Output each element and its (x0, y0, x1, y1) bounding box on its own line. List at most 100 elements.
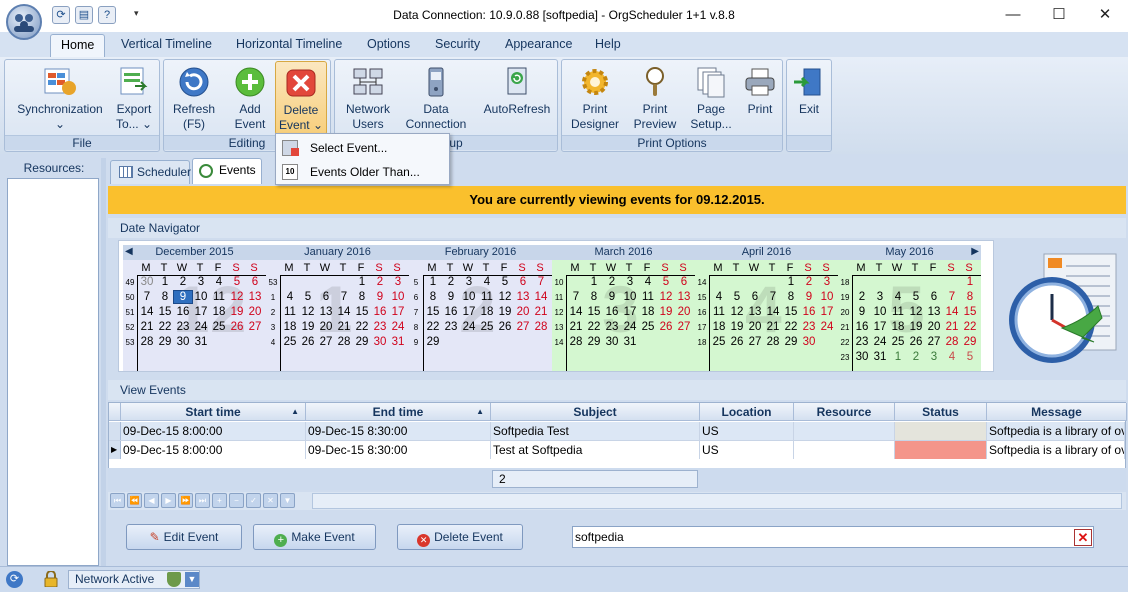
clear-search-icon[interactable]: ✕ (1074, 529, 1092, 546)
tab-scheduler[interactable]: Scheduler (110, 160, 191, 184)
next-page-button[interactable]: ⏩ (178, 493, 193, 508)
calendar-day[interactable]: 10 (192, 291, 210, 303)
calendar-day[interactable]: 17 (818, 306, 836, 318)
calendar-day[interactable]: 22 (424, 321, 442, 333)
calendar-day[interactable]: 9 (442, 291, 460, 303)
calendar-day[interactable]: 21 (532, 306, 550, 318)
calendar-day[interactable]: 27 (317, 336, 335, 348)
horizontal-scrollbar[interactable] (312, 493, 1122, 509)
calendar-day[interactable]: 18 (478, 306, 496, 318)
calendar-day[interactable]: 13 (746, 306, 764, 318)
calendar-day[interactable]: 13 (675, 291, 693, 303)
calendar-day[interactable]: 28 (764, 336, 782, 348)
calendar-day[interactable]: 29 (585, 336, 603, 348)
calendar-day[interactable]: 31 (621, 336, 639, 348)
calendar-day[interactable]: 3 (621, 276, 639, 288)
calendar-day[interactable]: 7 (138, 291, 156, 303)
calendar-day[interactable]: 19 (299, 321, 317, 333)
chevron-down-icon[interactable]: ▼ (185, 572, 199, 587)
calendar-day[interactable]: 10 (460, 291, 478, 303)
print-preview-button[interactable]: Print Preview (630, 66, 680, 132)
calendar-day[interactable]: 11 (889, 306, 907, 318)
tab-home[interactable]: Home (50, 34, 106, 58)
calendar-day[interactable]: 11 (478, 291, 496, 303)
calendar-day[interactable]: 10 (818, 291, 836, 303)
calendar-day[interactable]: 9 (853, 306, 871, 318)
calendar-day[interactable]: 5 (907, 291, 925, 303)
calendar-day[interactable]: 8 (585, 291, 603, 303)
calendar-day[interactable]: 9 (371, 291, 389, 303)
calendar-day[interactable]: 15 (585, 306, 603, 318)
calendar-day[interactable]: 5 (299, 291, 317, 303)
delete-record-button[interactable]: − (229, 493, 244, 508)
column-subject[interactable]: Subject (491, 403, 700, 421)
calendar-day[interactable]: 24 (621, 321, 639, 333)
calendar-day[interactable]: 23 (174, 321, 192, 333)
calendar-day[interactable]: 16 (800, 306, 818, 318)
maximize-button[interactable]: ☐ (1036, 0, 1082, 30)
calendar-day[interactable]: 22 (353, 321, 371, 333)
calendar-day[interactable]: 19 (728, 321, 746, 333)
column-end-time[interactable]: End time ▲ (306, 403, 491, 421)
calendar-day[interactable]: 17 (621, 306, 639, 318)
calendar-day[interactable]: 14 (764, 306, 782, 318)
calendar-day[interactable]: 5 (961, 351, 979, 363)
tab-horizontal-timeline[interactable]: Horizontal Timeline (236, 37, 342, 51)
calendar-day[interactable]: 1 (156, 276, 174, 288)
close-button[interactable]: ✕ (1082, 0, 1128, 30)
calendar-day[interactable]: 15 (961, 306, 979, 318)
calendar-day[interactable]: 26 (728, 336, 746, 348)
calendar-day[interactable]: 15 (424, 306, 442, 318)
calendar-day[interactable]: 2 (371, 276, 389, 288)
calendar-day[interactable]: 29 (424, 336, 442, 348)
calendar-day[interactable]: 21 (138, 321, 156, 333)
calendar-day[interactable]: 14 (532, 291, 550, 303)
calendar-day[interactable]: 18 (710, 321, 728, 333)
calendar-day[interactable]: 2 (907, 351, 925, 363)
append-record-button[interactable]: + (212, 493, 227, 508)
calendar-day[interactable]: 3 (925, 351, 943, 363)
calendar-day[interactable]: 3 (818, 276, 836, 288)
calendar-day[interactable]: 24 (192, 321, 210, 333)
calendar-day[interactable]: 11 (281, 306, 299, 318)
tab-help[interactable]: Help (595, 37, 621, 51)
calendar-day[interactable]: 10 (871, 306, 889, 318)
calendar-day[interactable]: 26 (228, 321, 246, 333)
calendar-day[interactable]: 11 (639, 291, 657, 303)
tab-options[interactable]: Options (367, 37, 410, 51)
calendar-day[interactable]: 4 (478, 276, 496, 288)
calendar-day[interactable]: 9 (603, 291, 621, 303)
calendar-day[interactable]: 19 (228, 306, 246, 318)
calendar-day[interactable]: 8 (156, 291, 174, 303)
calendar-day[interactable]: 11 (210, 291, 228, 303)
calendar-day[interactable]: 2 (853, 291, 871, 303)
calendar-day[interactable]: 25 (210, 321, 228, 333)
calendar-day[interactable]: 21 (335, 321, 353, 333)
calendar-day[interactable]: 4 (639, 276, 657, 288)
edit-event-button[interactable]: ✎ Edit Event (126, 524, 242, 550)
calendar-day[interactable]: 14 (567, 306, 585, 318)
calendar-day[interactable]: 31 (871, 351, 889, 363)
calendar-day[interactable]: 30 (603, 336, 621, 348)
calendar-day[interactable]: 16 (371, 306, 389, 318)
prev-record-button[interactable]: ◀ (144, 493, 159, 508)
calendar-day[interactable]: 5 (228, 276, 246, 288)
calendar-day[interactable]: 14 (138, 306, 156, 318)
calendar-day[interactable]: 27 (514, 321, 532, 333)
calendar-day[interactable]: 22 (782, 321, 800, 333)
calendar-day[interactable]: 9 (173, 290, 193, 304)
tab-events[interactable]: Events (192, 158, 262, 184)
calendar-day[interactable]: 28 (138, 336, 156, 348)
calendar-day[interactable]: 7 (764, 291, 782, 303)
column-location[interactable]: Location (700, 403, 794, 421)
calendar-day[interactable]: 3 (192, 276, 210, 288)
table-row[interactable]: ▶ 09-Dec-15 8:00:00 09-Dec-15 8:30:00 Te… (109, 440, 1125, 459)
calendar-day[interactable]: 11 (710, 306, 728, 318)
calendar-day[interactable]: 18 (639, 306, 657, 318)
calendar-day[interactable]: 8 (424, 291, 442, 303)
calendar-day[interactable]: 15 (353, 306, 371, 318)
calendar-day[interactable]: 24 (871, 336, 889, 348)
calendar-day[interactable]: 1 (961, 276, 979, 288)
calendar-day[interactable]: 20 (675, 306, 693, 318)
calendar-day[interactable]: 29 (961, 336, 979, 348)
